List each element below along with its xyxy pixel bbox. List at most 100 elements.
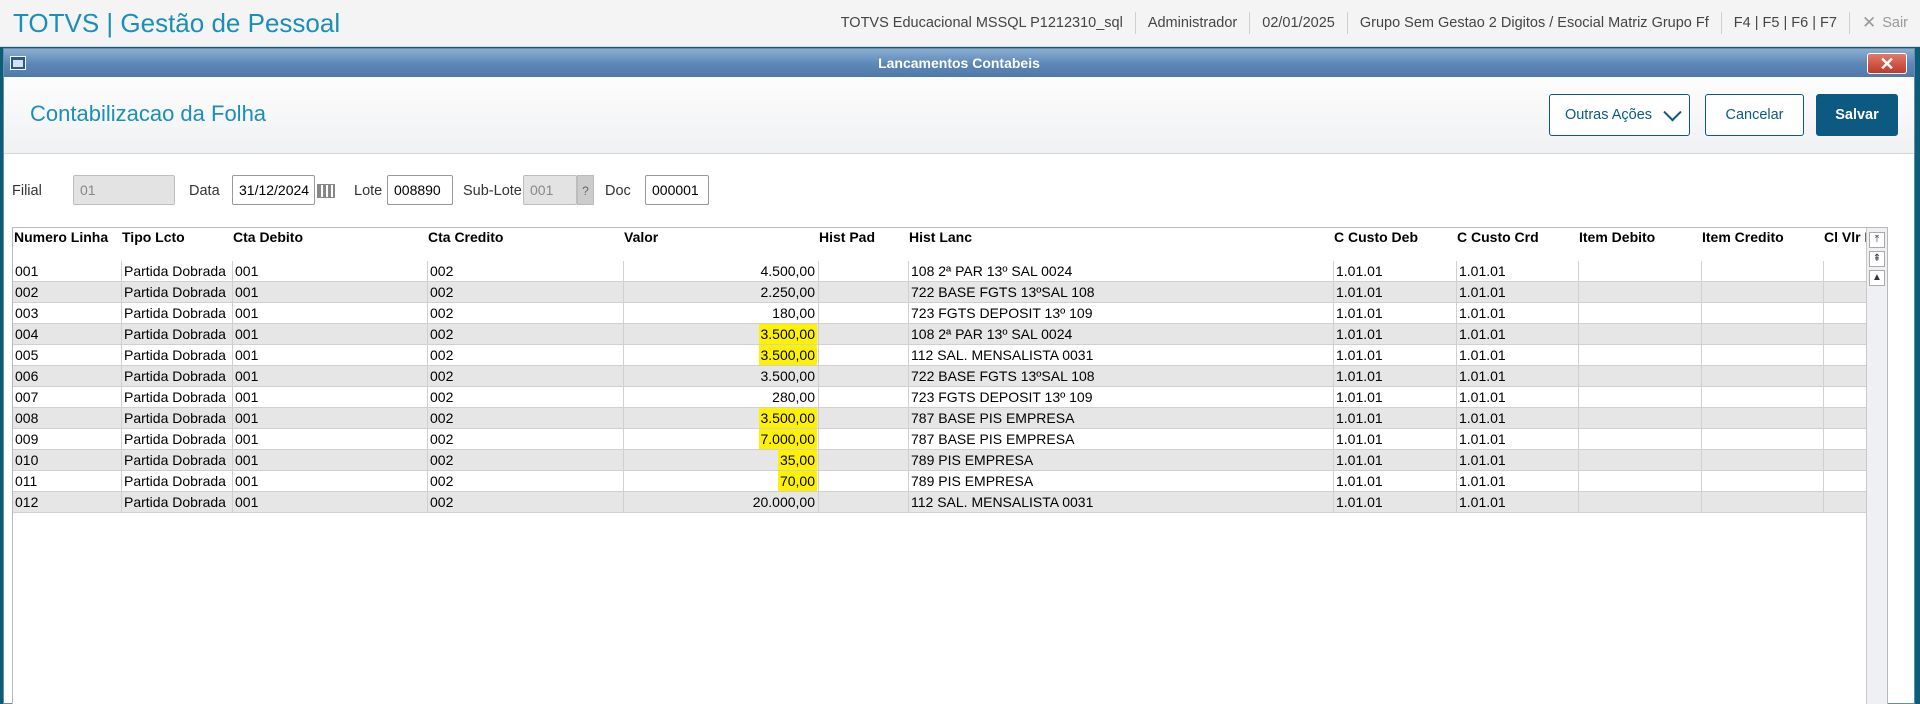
table-cell-hist-lanc[interactable]: 112 SAL. MENSALISTA 0031 [908, 492, 1333, 512]
table-cell-item-crd[interactable] [1701, 450, 1823, 470]
column-header[interactable]: Item Credito [1702, 229, 1784, 245]
table-cell-deb[interactable]: 001 [232, 387, 427, 407]
table-cell-cc-deb[interactable]: 1.01.01 [1333, 387, 1456, 407]
table-cell-tipo[interactable]: Partida Dobrada [121, 282, 232, 302]
table-cell-num[interactable]: 006 [13, 366, 121, 386]
table-cell-cl-vlr[interactable] [1823, 492, 1867, 512]
column-header[interactable]: Cta Credito [428, 229, 503, 245]
table-cell-hist-lanc[interactable]: 108 2ª PAR 13º SAL 0024 [908, 261, 1333, 281]
table-row[interactable]: 007 Partida Dobrada 001 002 280,00 723 FGTS D… [13, 387, 1887, 408]
table-cell-num[interactable]: 005 [13, 345, 121, 365]
column-header[interactable]: Numero Linha [14, 229, 108, 245]
doc-field[interactable]: 000001 [645, 175, 709, 205]
dialog-titlebar[interactable]: Lancamentos Contabeis ✕ [4, 49, 1914, 77]
table-cell-item-deb[interactable] [1578, 324, 1701, 344]
table-cell-cred[interactable]: 002 [427, 303, 623, 323]
column-header[interactable]: Hist Lanc [909, 229, 972, 245]
sublote-lookup-button[interactable]: ? [577, 175, 594, 205]
table-cell-cc-crd[interactable]: 1.01.01 [1456, 429, 1578, 449]
table-row[interactable]: 006 Partida Dobrada 001 002 3.500,00 722 BASE… [13, 366, 1887, 387]
table-cell-cc-crd[interactable]: 1.01.01 [1456, 492, 1578, 512]
other-actions-button[interactable]: Outras Ações [1549, 94, 1690, 136]
table-cell-valor[interactable]: 20.000,00 [623, 492, 818, 512]
table-cell-cc-deb[interactable]: 1.01.01 [1333, 408, 1456, 428]
scroll-page-up-icon[interactable]: ⇞ [1869, 251, 1885, 267]
table-cell-cc-crd[interactable]: 1.01.01 [1456, 303, 1578, 323]
column-header[interactable]: Hist Pad [819, 229, 875, 245]
table-cell-deb[interactable]: 001 [232, 366, 427, 386]
scroll-up-icon[interactable]: ▲ [1869, 270, 1885, 286]
table-cell-hist-pad[interactable] [818, 282, 908, 302]
table-cell-hist-pad[interactable] [818, 387, 908, 407]
table-cell-cl-vlr[interactable] [1823, 261, 1867, 281]
table-cell-deb[interactable]: 001 [232, 261, 427, 281]
table-cell-item-deb[interactable] [1578, 471, 1701, 491]
table-cell-item-deb[interactable] [1578, 492, 1701, 512]
table-cell-hist-lanc[interactable]: 723 FGTS DEPOSIT 13º 109 [908, 387, 1333, 407]
table-row[interactable]: 003 Partida Dobrada 001 002 180,00 723 FGTS D… [13, 303, 1887, 324]
table-cell-cred[interactable]: 002 [427, 408, 623, 428]
table-cell-num[interactable]: 010 [13, 450, 121, 470]
table-cell-cred[interactable]: 002 [427, 261, 623, 281]
table-cell-hist-lanc[interactable]: 789 PIS EMPRESA [908, 450, 1333, 470]
save-button[interactable]: Salvar [1816, 94, 1898, 136]
table-cell-cc-deb[interactable]: 1.01.01 [1333, 471, 1456, 491]
table-cell-hist-lanc[interactable]: 787 BASE PIS EMPRESA [908, 429, 1333, 449]
table-row[interactable]: 011 Partida Dobrada 001 002 70,00 789 PIS EMP… [13, 471, 1887, 492]
table-cell-cred[interactable]: 002 [427, 324, 623, 344]
table-cell-item-crd[interactable] [1701, 429, 1823, 449]
table-cell-item-crd[interactable] [1701, 492, 1823, 512]
table-cell-cl-vlr[interactable] [1823, 429, 1867, 449]
table-cell-deb[interactable]: 001 [232, 450, 427, 470]
table-cell-item-crd[interactable] [1701, 261, 1823, 281]
table-cell-cc-deb[interactable]: 1.01.01 [1333, 429, 1456, 449]
table-cell-cred[interactable]: 002 [427, 450, 623, 470]
table-cell-cred[interactable]: 002 [427, 471, 623, 491]
column-header[interactable]: Tipo Lcto [122, 229, 185, 245]
table-cell-cl-vlr[interactable] [1823, 366, 1867, 386]
table-cell-deb[interactable]: 001 [232, 429, 427, 449]
table-cell-hist-pad[interactable] [818, 261, 908, 281]
table-row[interactable]: 009 Partida Dobrada 001 002 7.000,00 787 BASE… [13, 429, 1887, 450]
table-cell-hist-lanc[interactable]: 108 2ª PAR 13º SAL 0024 [908, 324, 1333, 344]
column-header[interactable]: C Custo Deb [1334, 229, 1418, 245]
date-label[interactable]: 02/01/2025 [1249, 12, 1347, 34]
table-cell-item-deb[interactable] [1578, 282, 1701, 302]
column-header[interactable]: Cta Debito [233, 229, 303, 245]
table-cell-cl-vlr[interactable] [1823, 471, 1867, 491]
table-cell-valor[interactable]: 35,00 [623, 450, 818, 470]
table-cell-hist-pad[interactable] [818, 450, 908, 470]
table-cell-cc-deb[interactable]: 1.01.01 [1333, 450, 1456, 470]
table-cell-cc-crd[interactable]: 1.01.01 [1456, 408, 1578, 428]
table-cell-cl-vlr[interactable] [1823, 282, 1867, 302]
table-cell-cl-vlr[interactable] [1823, 345, 1867, 365]
lote-field[interactable]: 008890 [387, 175, 453, 205]
table-cell-hist-pad[interactable] [818, 429, 908, 449]
table-cell-item-deb[interactable] [1578, 387, 1701, 407]
table-cell-cc-crd[interactable]: 1.01.01 [1456, 345, 1578, 365]
table-cell-deb[interactable]: 001 [232, 345, 427, 365]
column-header[interactable]: C Custo Crd [1457, 229, 1539, 245]
table-cell-hist-pad[interactable] [818, 303, 908, 323]
table-cell-deb[interactable]: 001 [232, 324, 427, 344]
table-cell-hist-lanc[interactable]: 787 BASE PIS EMPRESA [908, 408, 1333, 428]
table-cell-deb[interactable]: 001 [232, 408, 427, 428]
table-cell-item-crd[interactable] [1701, 303, 1823, 323]
table-cell-tipo[interactable]: Partida Dobrada [121, 408, 232, 428]
table-cell-valor[interactable]: 3.500,00 [623, 324, 818, 344]
user-label[interactable]: Administrador [1134, 12, 1249, 34]
vertical-scrollbar[interactable]: ⤒ ⇞ ▲ [1866, 228, 1887, 704]
table-row[interactable]: 008 Partida Dobrada 001 002 3.500,00 787 BASE… [13, 408, 1887, 429]
table-cell-item-crd[interactable] [1701, 366, 1823, 386]
table-cell-tipo[interactable]: Partida Dobrada [121, 366, 232, 386]
table-cell-tipo[interactable]: Partida Dobrada [121, 387, 232, 407]
table-cell-item-crd[interactable] [1701, 324, 1823, 344]
table-cell-cred[interactable]: 002 [427, 366, 623, 386]
date-field[interactable]: 31/12/2024 [232, 175, 315, 205]
table-row[interactable]: 004 Partida Dobrada 001 002 3.500,00 108 2ª P… [13, 324, 1887, 345]
table-cell-hist-pad[interactable] [818, 324, 908, 344]
table-cell-num[interactable]: 003 [13, 303, 121, 323]
table-cell-cred[interactable]: 002 [427, 429, 623, 449]
table-cell-valor[interactable]: 3.500,00 [623, 408, 818, 428]
table-cell-tipo[interactable]: Partida Dobrada [121, 324, 232, 344]
